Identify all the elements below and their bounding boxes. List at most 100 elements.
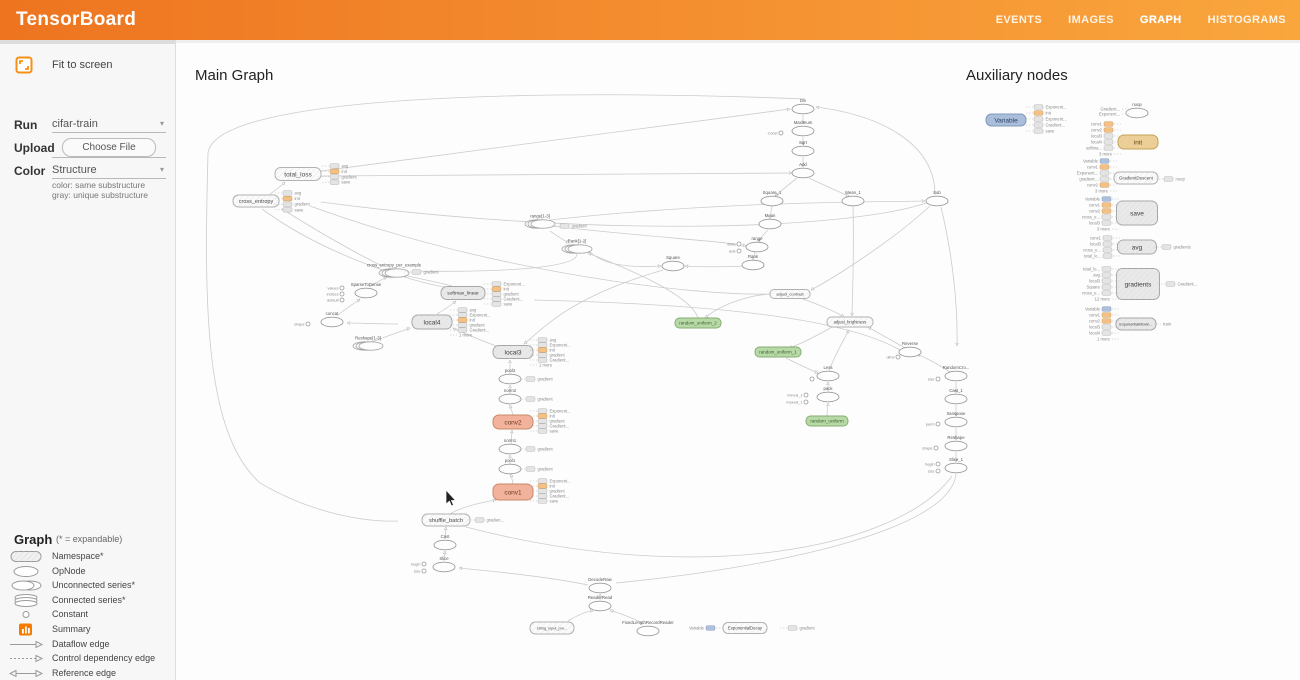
graph-node-randomcro-[interactable]: RandomCro... <box>943 365 970 381</box>
svg-text:maxval_1: maxval_1 <box>786 400 802 404</box>
graph-node-shuffle-batch[interactable]: shuffle_batch <box>422 514 470 526</box>
graph-node-fixedlengthrecordreader[interactable]: FixedLengthRecordReader <box>622 620 674 636</box>
graph-canvas[interactable]: total_loss cross_entropy softmax_linearloc… <box>176 43 1300 680</box>
svg-text:indices: indices <box>327 292 339 296</box>
svg-text:gradient: gradient <box>424 270 440 275</box>
graph-node-transpose[interactable]: transpose <box>945 411 967 427</box>
graph-node-pool1[interactable]: pool1 <box>499 458 521 474</box>
graph-node-range-1-3-[interactable]: range[1-3] <box>525 214 555 229</box>
graph-node-adjust-contrast[interactable]: adjust_contrast <box>770 290 810 299</box>
graph-node-random-uniform[interactable]: random_uniform <box>806 416 848 426</box>
graph-node-conv1[interactable]: conv1 <box>493 484 533 500</box>
graph-node-local3[interactable]: local3 <box>493 346 533 359</box>
graph-node-mean[interactable]: Mean <box>759 213 781 229</box>
graph-node-noop[interactable]: noop <box>1126 102 1148 118</box>
graph-node-sub[interactable]: Sub <box>926 190 948 206</box>
nav-tab-graph[interactable]: GRAPH <box>1140 14 1182 26</box>
svg-text:Add: Add <box>799 162 807 167</box>
chevron-down-icon: ▾ <box>160 165 164 174</box>
svg-text:Gradient...: Gradient... <box>1178 282 1198 287</box>
graph-node-random-uniform-1[interactable]: random_uniform_1 <box>755 347 801 357</box>
graph-node-local4[interactable]: local4 <box>412 315 452 329</box>
graph-node-avg[interactable]: avg <box>1118 240 1157 254</box>
graph-node-pack[interactable]: pack <box>817 386 839 402</box>
graph-node-total-loss[interactable]: total_loss <box>275 168 321 181</box>
graph-node-save[interactable]: save <box>1117 201 1158 225</box>
color-label: Color <box>14 164 45 178</box>
svg-text:12 more: 12 more <box>1095 297 1111 302</box>
svg-text:Rank: Rank <box>748 254 759 259</box>
graph-node-reverse[interactable]: Reverse <box>899 341 921 357</box>
graph-node-readerread[interactable]: ReaderRead <box>588 595 613 611</box>
svg-text:size: size <box>928 377 935 381</box>
graph-node-exponentialdecay[interactable]: ExponentialDecay <box>723 623 767 634</box>
graph-node-variable[interactable]: Variable <box>986 114 1026 126</box>
fit-to-screen-label[interactable]: Fit to screen <box>52 59 113 71</box>
graph-node-maximum[interactable]: Maximum <box>792 120 814 136</box>
svg-text:Reshape: Reshape <box>947 435 965 440</box>
run-label: Run <box>14 118 37 132</box>
choose-file-button[interactable]: Choose File <box>62 138 156 157</box>
graph-node-range[interactable]: range <box>746 236 768 252</box>
graph-node-sparsetodense[interactable]: SparseToDense <box>351 282 382 298</box>
svg-text:gradient: gradient <box>538 447 554 452</box>
graph-node-pool2[interactable]: pool2 <box>499 368 521 384</box>
nav-tab-images[interactable]: IMAGES <box>1068 14 1114 26</box>
graph-node-norm1[interactable]: norm1 <box>499 438 521 454</box>
graph-node-string-input-pro-[interactable]: string_input_pro... <box>530 622 574 634</box>
graph-node-add[interactable]: Add <box>792 162 814 178</box>
graph-node-slice[interactable]: Slice <box>433 556 455 572</box>
graph-node-sqrt[interactable]: Sqrt <box>792 140 814 156</box>
graph-node-div[interactable]: Div <box>792 98 814 114</box>
graph-node-decoderaw[interactable]: DecodeRaw <box>588 577 612 593</box>
graph-node-cross-entropy[interactable]: cross_entropy <box>233 195 279 207</box>
legend-item-connected-series: Connected series* <box>0 594 176 608</box>
graph-node-random-uniform-2[interactable]: random_uniform_2 <box>675 318 721 328</box>
svg-text:Gradient...: Gradient... <box>470 328 490 333</box>
graph-node-square-1[interactable]: Square_1 <box>761 190 783 206</box>
svg-text:shape: shape <box>294 322 304 326</box>
control-sidebar: Fit to screen Run cifar-train▾ Upload Ch… <box>0 40 176 680</box>
svg-text:save: save <box>1046 129 1056 134</box>
graph-node-rank[interactable]: Rank <box>742 254 764 270</box>
svg-text:avg: avg <box>295 191 302 196</box>
graph-node-gradients[interactable]: gradients <box>1117 269 1160 300</box>
nav-tab-events[interactable]: EVENTS <box>996 14 1042 26</box>
nav-tab-histograms[interactable]: HISTOGRAMS <box>1208 14 1286 26</box>
graph-node-gradientdescent[interactable]: GradientDescent <box>1114 172 1158 184</box>
graph-node-slice-1[interactable]: Slice_1 <box>945 457 967 473</box>
graph-node-cast[interactable]: Cast <box>434 534 456 550</box>
graph-node-conv2[interactable]: conv2 <box>493 415 533 429</box>
graph-node-reshape[interactable]: Reshape <box>945 435 967 451</box>
svg-text:string_input_pro...: string_input_pro... <box>537 626 567 630</box>
svg-text:1 more: 1 more <box>459 333 473 338</box>
graph-node-reshape-1-3-[interactable]: Reshape[1-3] <box>353 336 383 351</box>
svg-text:Maximum: Maximum <box>794 120 813 125</box>
svg-text:Slice_1: Slice_1 <box>949 457 964 462</box>
graph-node-init[interactable]: init <box>1118 135 1158 149</box>
graph-node-softmax-linear[interactable]: softmax_linear <box>441 287 485 300</box>
legend-item-dataflow-edge: Dataflow edge <box>0 638 176 652</box>
legend-item-opnode: OpNode <box>0 565 176 579</box>
svg-text:random_uniform_1: random_uniform_1 <box>759 350 797 355</box>
graph-node-cast-1[interactable]: Cast_1 <box>945 388 967 404</box>
legend-item-label: OpNode <box>52 566 86 576</box>
fit-to-screen-icon[interactable] <box>15 56 33 74</box>
graph-node-adjust-brightness[interactable]: adjust_brightness <box>827 317 873 327</box>
graph-node-exponentialmovin-[interactable]: ExponentialMovin... <box>1116 318 1156 330</box>
graph-node-rank-1-2-[interactable]: Rank[1-2] <box>562 239 592 254</box>
svg-text:Rank[1-2]: Rank[1-2] <box>568 239 587 244</box>
svg-text:total_lo...: total_lo... <box>1083 267 1100 272</box>
graph-node-mean-1[interactable]: Mean_1 <box>842 190 864 206</box>
graph-node-less[interactable]: Less <box>817 365 839 381</box>
graph-node-square[interactable]: Square <box>662 255 684 271</box>
svg-text:init: init <box>1134 139 1143 146</box>
color-select[interactable]: Structure▾ <box>52 164 166 179</box>
svg-text:gradients: gradients <box>1174 245 1191 250</box>
svg-text:local4: local4 <box>424 319 441 326</box>
svg-text:Variable: Variable <box>994 117 1018 124</box>
run-select[interactable]: cifar-train▾ <box>52 118 166 133</box>
svg-text:softma...: softma... <box>1086 146 1102 151</box>
graph-node-norm2[interactable]: norm2 <box>499 388 521 404</box>
svg-text:norm2: norm2 <box>504 388 517 393</box>
